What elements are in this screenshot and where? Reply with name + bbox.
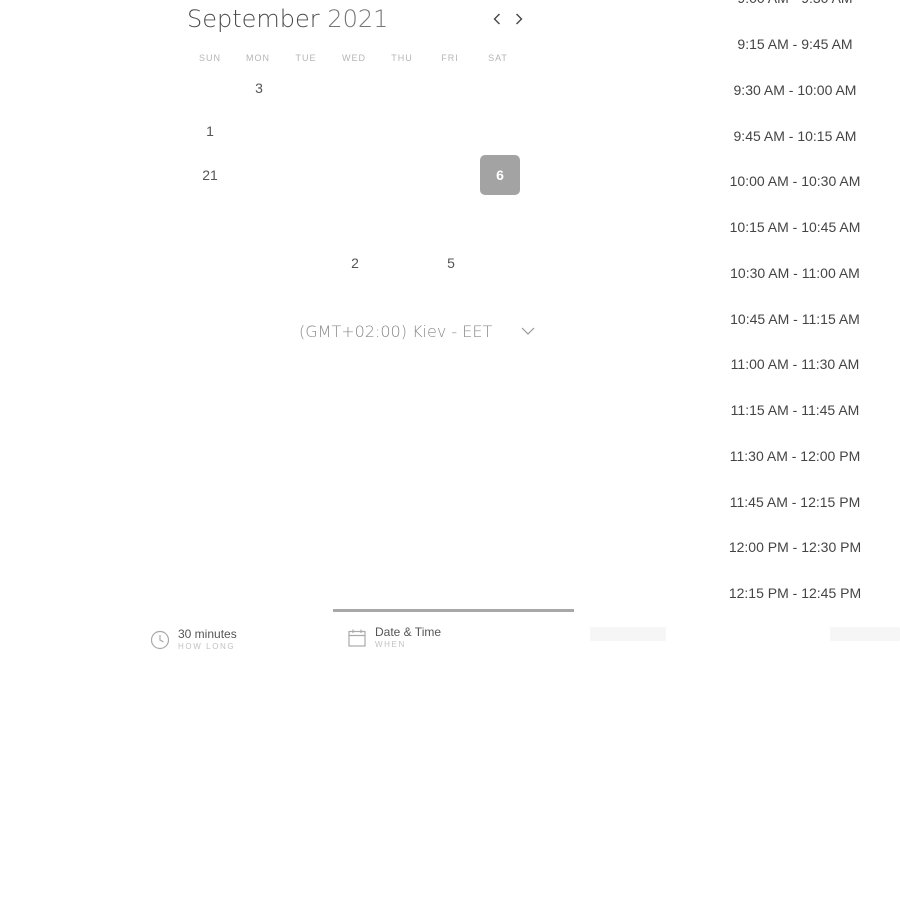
time-slot[interactable]: 9:30 AM - 10:00 AM [715, 80, 875, 100]
weekday-wed: WED [342, 53, 366, 63]
step-duration-title: 30 minutes [178, 627, 237, 641]
step-datetime-subtitle: WHEN [375, 640, 406, 649]
weekday-mon: MON [246, 53, 270, 63]
calendar-day[interactable]: 21 [190, 155, 230, 195]
time-slot[interactable]: 10:15 AM - 10:45 AM [715, 217, 875, 237]
chevron-down-icon [521, 327, 535, 335]
time-slot[interactable]: 10:00 AM - 10:30 AM [715, 171, 875, 191]
month-title: September 2021 [187, 4, 388, 34]
step-upcoming[interactable] [590, 627, 666, 641]
time-slot[interactable]: 11:00 AM - 11:30 AM [715, 354, 875, 374]
time-slot[interactable]: 9:15 AM - 9:45 AM [715, 34, 875, 54]
prev-month-button[interactable] [487, 8, 507, 30]
step-datetime-title: Date & Time [375, 625, 442, 639]
year-label: 2021 [327, 5, 389, 33]
time-slot[interactable]: 9:00 AM - 9:30 AM [715, 0, 875, 8]
next-month-button[interactable] [509, 8, 529, 30]
timezone-select[interactable]: (GMT+02:00) Kiev - EET [299, 318, 539, 346]
weekday-tue: TUE [295, 53, 317, 63]
step-duration-subtitle: HOW LONG [178, 642, 236, 651]
chevron-right-icon [516, 13, 523, 25]
chevron-left-icon [493, 13, 500, 25]
time-slot[interactable]: 11:15 AM - 11:45 AM [715, 400, 875, 420]
month-name: September [187, 5, 320, 33]
calendar-day[interactable]: 2 [335, 243, 375, 283]
step-progress-bar [333, 609, 574, 612]
step-upcoming[interactable] [830, 627, 900, 641]
calendar-day[interactable]: 5 [431, 243, 471, 283]
weekday-fri: FRI [441, 53, 459, 63]
weekday-sun: SUN [198, 53, 221, 63]
time-slot[interactable]: 9:45 AM - 10:15 AM [715, 126, 875, 146]
time-slot[interactable]: 10:30 AM - 11:00 AM [715, 263, 875, 283]
time-slot[interactable]: 12:15 PM - 12:45 PM [715, 583, 875, 603]
calendar-day[interactable]: 3 [239, 68, 279, 108]
calendar-day-selected[interactable]: 6 [480, 155, 520, 195]
time-slot[interactable]: 11:45 AM - 12:15 PM [715, 492, 875, 512]
calendar-icon [348, 629, 366, 647]
clock-icon [150, 630, 170, 650]
time-slot[interactable]: 12:00 PM - 12:30 PM [715, 537, 875, 557]
calendar-day[interactable]: 1 [190, 111, 230, 151]
time-slot[interactable]: 11:30 AM - 12:00 PM [715, 446, 875, 466]
weekday-sat: SAT [488, 53, 508, 63]
weekday-thu: THU [391, 53, 413, 63]
time-slot[interactable]: 10:45 AM - 11:15 AM [715, 309, 875, 329]
timezone-label: (GMT+02:00) Kiev - EET [299, 322, 493, 341]
